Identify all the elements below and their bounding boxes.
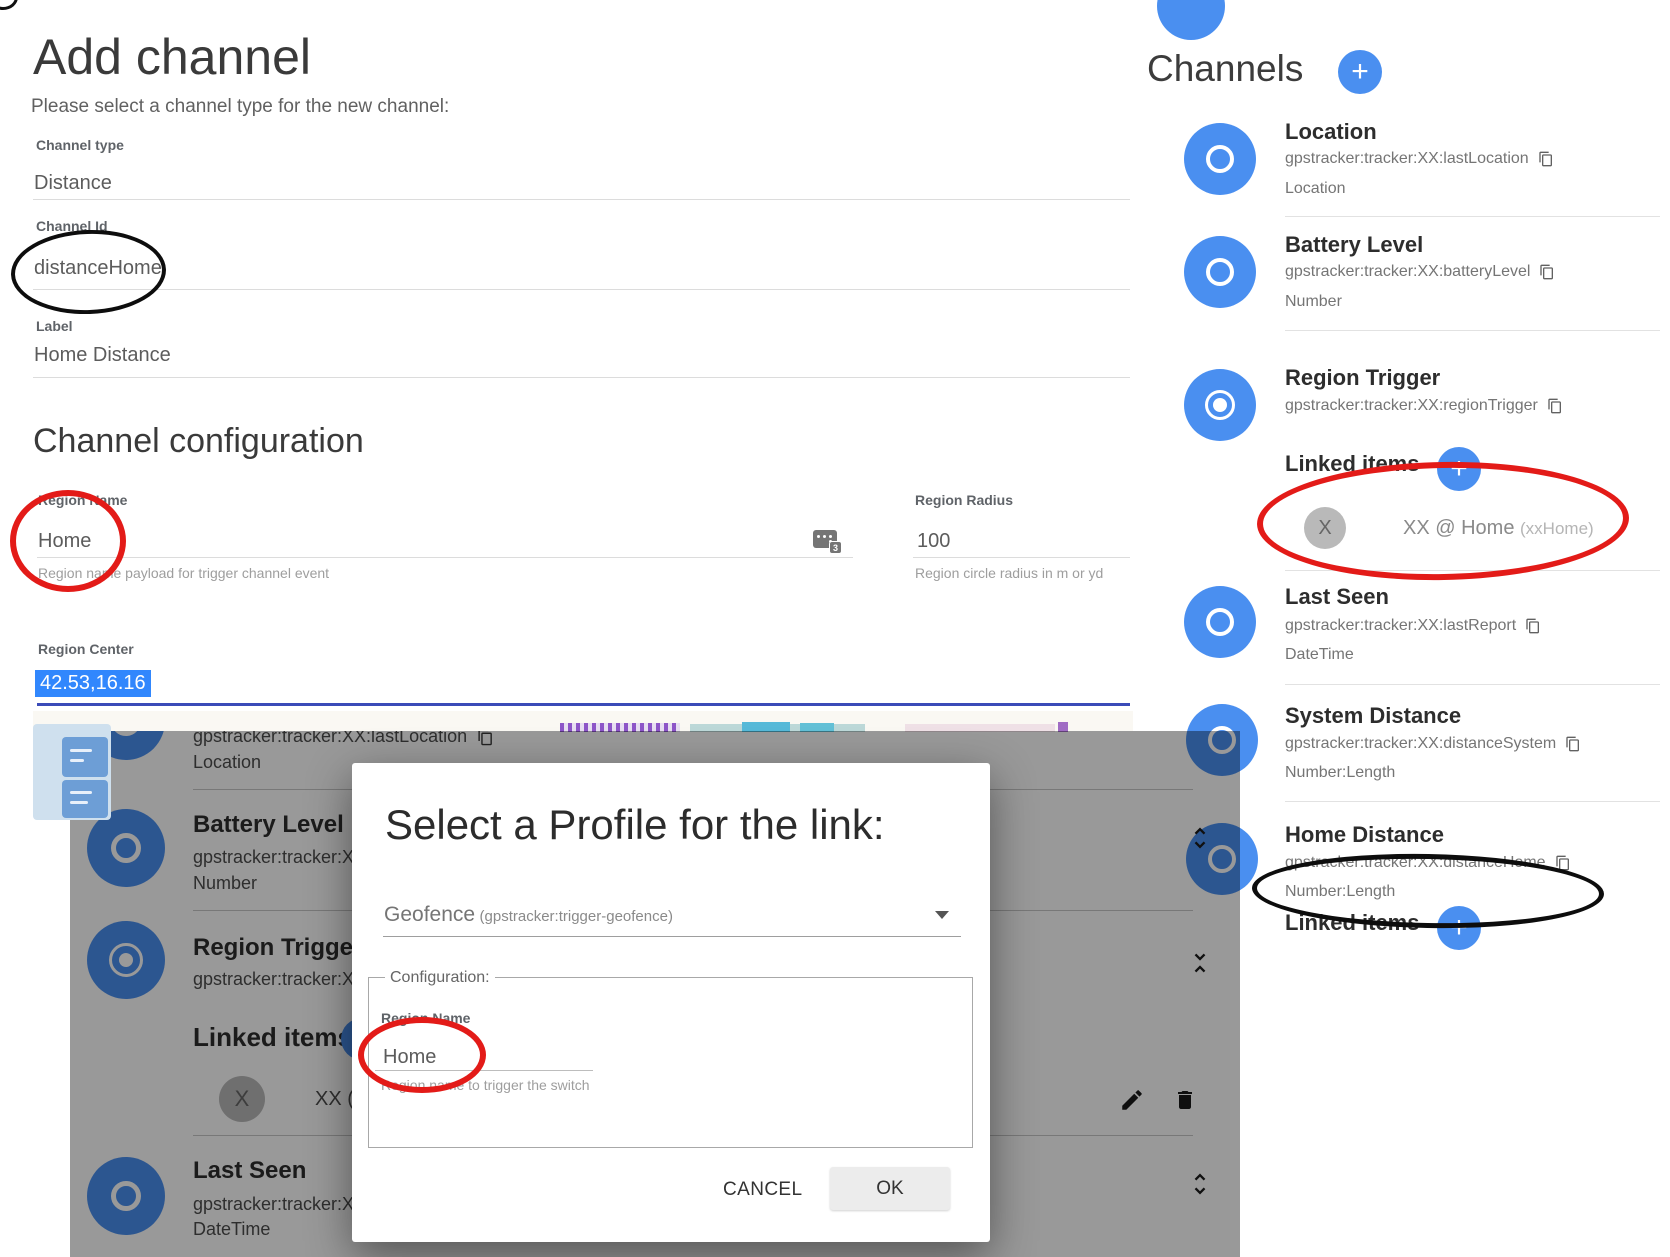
linked-items-heading-2: Linked items — [1285, 910, 1419, 936]
region-center-selected-text: 42.53,16.16 — [35, 670, 151, 697]
page-subtitle: Please select a channel type for the new… — [31, 96, 449, 118]
copy-icon[interactable] — [1565, 735, 1581, 753]
copy-icon[interactable] — [1547, 397, 1563, 415]
channel-last-seen-icon — [1184, 586, 1256, 658]
channels-panel-title: Channels — [1147, 48, 1303, 90]
channel-uri-row: gpstracker:tracker:XX:batteryLevel — [1285, 263, 1555, 281]
add-linked-item-button[interactable]: + — [1437, 447, 1481, 491]
region-name-underline — [37, 557, 853, 558]
copy-icon[interactable] — [1539, 263, 1555, 281]
cancel-button[interactable]: CANCEL — [723, 1179, 802, 1201]
channel-name: System Distance — [1285, 703, 1461, 729]
add-linked-item-button-2[interactable]: + — [1437, 906, 1481, 950]
divider — [1285, 216, 1660, 217]
ok-button[interactable]: OK — [830, 1167, 950, 1210]
channel-configuration-title: Channel configuration — [33, 422, 364, 461]
channel-uri-row: gpstracker:tracker:XX:lastLocation — [1285, 150, 1554, 168]
channel-name: Last Seen — [1285, 584, 1389, 610]
label-field[interactable]: Home Distance — [34, 344, 171, 367]
profile-select[interactable]: Geofence (gpstracker:trigger-geofence) — [384, 903, 673, 927]
dropdown-caret-icon — [935, 911, 949, 919]
configuration-legend: Configuration: — [385, 969, 495, 987]
channel-name: Battery Level — [1285, 232, 1423, 258]
channel-name: Region Trigger — [1285, 365, 1440, 391]
channel-location-icon — [1184, 123, 1256, 195]
channel-uri-row: gpstracker:tracker:XX:lastReport — [1285, 617, 1541, 635]
copy-icon[interactable] — [1538, 150, 1554, 168]
channel-item-type: Number:Length — [1285, 764, 1395, 782]
modal-region-name-hint: Region name to trigger the switch — [381, 1077, 590, 1093]
suggestions-icon[interactable]: 3 — [813, 530, 837, 548]
label-label: Label — [36, 318, 73, 334]
channel-uri-row: gpstracker:tracker:XX:regionTrigger — [1285, 397, 1563, 415]
region-radius-hint: Region circle radius in m or yd — [915, 565, 1103, 581]
channel-battery-icon — [1184, 236, 1256, 308]
copy-icon[interactable] — [1525, 617, 1541, 635]
region-radius-underline — [913, 557, 1130, 558]
region-radius-field[interactable]: 100 — [917, 530, 950, 553]
scroll-fab-fragment[interactable] — [1157, 0, 1225, 40]
map-zoom-out-button[interactable] — [62, 780, 108, 818]
channel-item-type: DateTime — [1285, 646, 1354, 664]
profile-select-underline — [383, 936, 961, 937]
region-center-focus-underline — [37, 703, 1130, 706]
channel-type-field[interactable]: Distance — [34, 172, 112, 195]
copy-icon[interactable] — [1555, 854, 1571, 872]
region-name-label: Region Name — [38, 492, 127, 508]
region-radius-label: Region Radius — [915, 492, 1013, 508]
linked-item-name[interactable]: XX @ Home (xxHome) — [1403, 517, 1594, 540]
channel-id-label: Channel Id — [36, 218, 108, 234]
radio-icon — [1206, 608, 1234, 636]
channel-id-underline — [33, 289, 1130, 290]
divider — [1285, 330, 1660, 331]
region-center-field[interactable]: 42.53,16.16 — [35, 670, 151, 697]
modal-region-name-underline — [375, 1070, 593, 1071]
channel-uri-row: gpstracker:tracker:XX:distanceSystem — [1285, 735, 1581, 753]
channel-region-trigger-icon — [1184, 369, 1256, 441]
radio-icon — [1206, 258, 1234, 286]
linked-item-id: (xxHome) — [1520, 519, 1594, 538]
channel-id-field[interactable]: distanceHome — [34, 257, 162, 280]
channel-uri-row: gpstracker:tracker:XX:distanceHome — [1285, 854, 1571, 872]
configuration-fieldset: Configuration: Region Name Home Region n… — [368, 977, 973, 1148]
suggestions-count-badge: 3 — [829, 541, 842, 554]
channel-type-label: Channel type — [36, 137, 124, 153]
divider — [1285, 570, 1660, 571]
profile-qualifier: (gpstracker:trigger-geofence) — [480, 908, 673, 925]
annotation-fragment-top-left — [0, 0, 18, 10]
channel-item-type: Location — [1285, 180, 1346, 198]
region-center-label: Region Center — [38, 641, 134, 657]
add-channel-screen: Add channel Please select a channel type… — [0, 0, 1670, 1257]
region-name-field[interactable]: Home — [38, 530, 91, 553]
channel-type-underline — [33, 199, 1130, 200]
modal-region-name-field[interactable]: Home — [383, 1046, 436, 1069]
region-name-hint: Region name payload for trigger channel … — [38, 565, 329, 581]
page-title: Add channel — [33, 28, 311, 86]
divider — [1285, 801, 1660, 802]
channel-item-type: Number — [1285, 293, 1342, 311]
radio-icon — [1206, 145, 1234, 173]
select-profile-modal: Select a Profile for the link: Geofence … — [352, 763, 990, 1242]
radio-checked-icon — [1205, 390, 1235, 420]
channel-name: Location — [1285, 119, 1377, 145]
channel-name: Home Distance — [1285, 822, 1444, 848]
map-zoom-in-button[interactable] — [62, 737, 108, 777]
channel-item-type: Number:Length — [1285, 883, 1395, 901]
modal-title: Select a Profile for the link: — [385, 801, 885, 849]
linked-item-avatar: X — [1304, 507, 1346, 549]
add-channel-button[interactable]: + — [1338, 50, 1382, 94]
modal-region-name-label: Region Name — [381, 1010, 470, 1026]
divider — [1285, 684, 1660, 685]
label-underline — [33, 377, 1130, 378]
linked-items-heading: Linked items — [1285, 451, 1419, 477]
